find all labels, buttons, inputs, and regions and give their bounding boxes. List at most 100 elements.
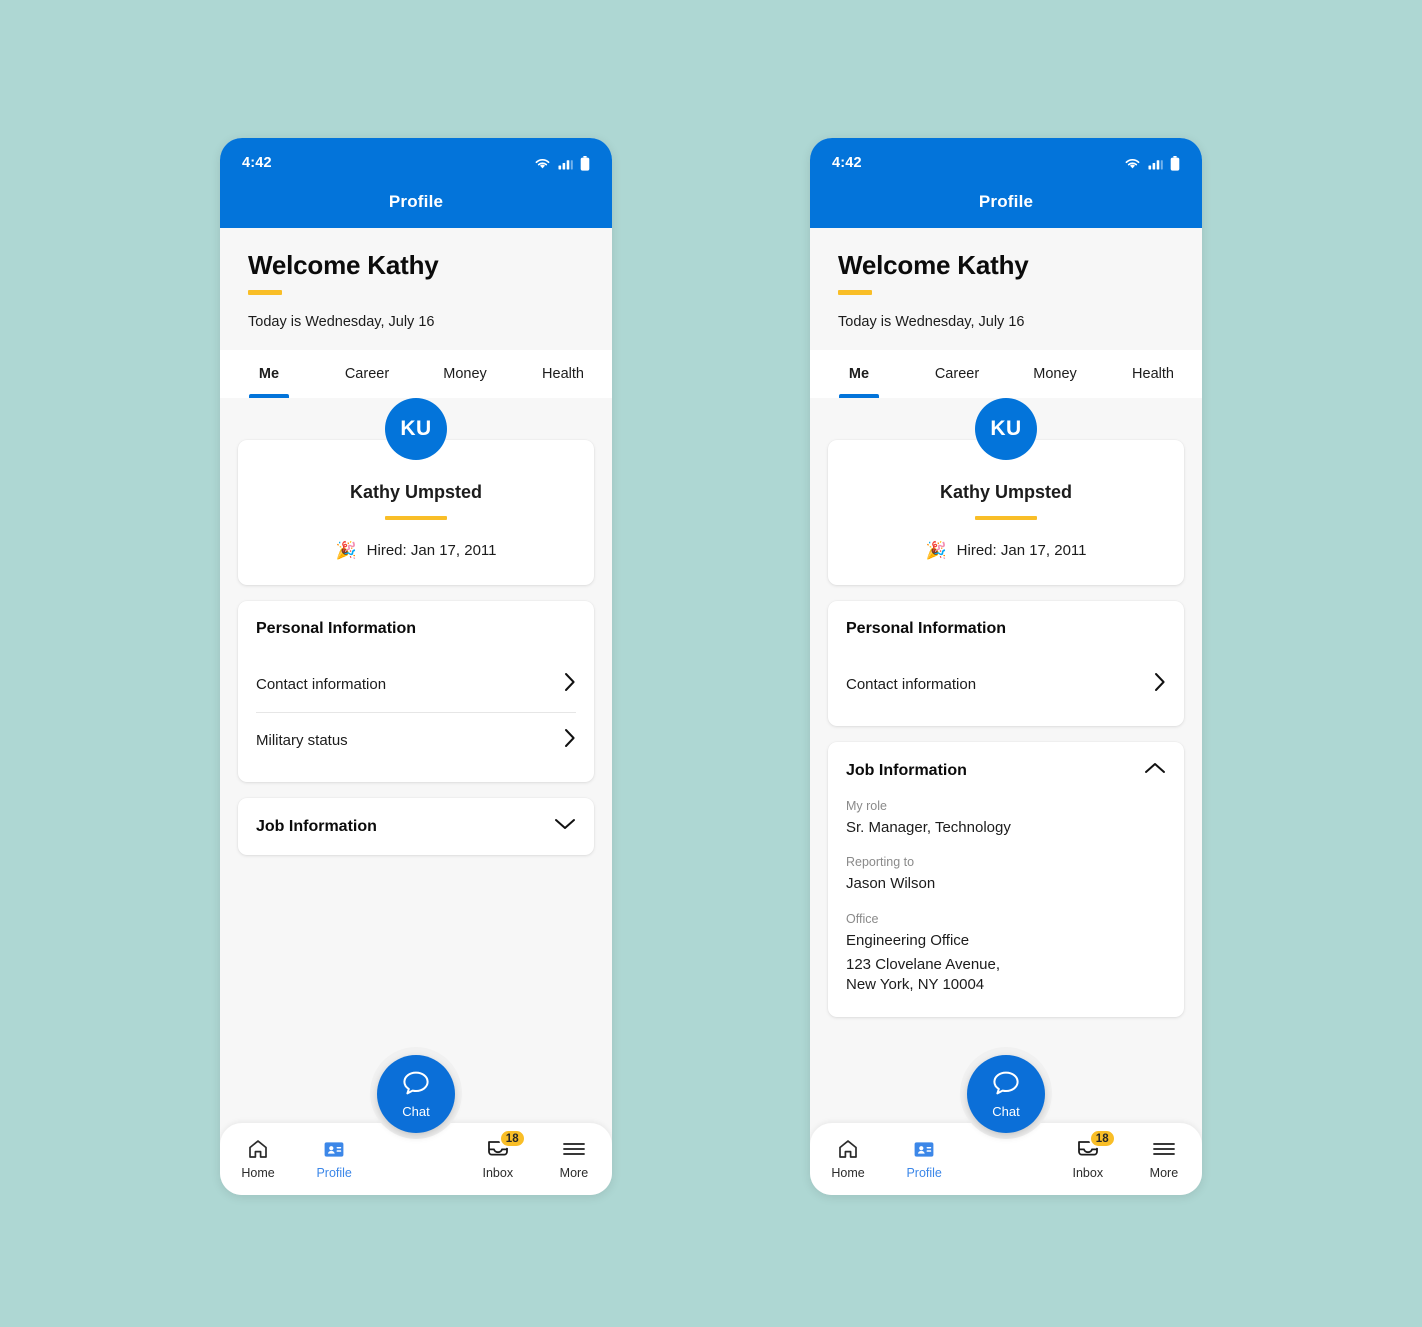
nav-item-profile[interactable]: Profile bbox=[886, 1138, 962, 1180]
chat-fab-button[interactable]: Chat bbox=[377, 1055, 455, 1133]
nav-item-home[interactable]: Home bbox=[810, 1138, 886, 1180]
nav-item-more[interactable]: More bbox=[536, 1138, 612, 1180]
tab-health[interactable]: Health bbox=[514, 350, 612, 398]
field-label: My role bbox=[846, 799, 887, 813]
hamburger-menu-icon bbox=[562, 1138, 586, 1160]
hamburger-menu-icon bbox=[1152, 1138, 1176, 1160]
status-bar: 4:42 bbox=[220, 150, 612, 176]
nav-label: Home bbox=[831, 1166, 865, 1180]
tab-label: Career bbox=[934, 366, 980, 382]
tab-label: Money bbox=[1033, 366, 1077, 382]
status-bar-time: 4:42 bbox=[242, 155, 272, 171]
tab-label: Me bbox=[258, 366, 280, 382]
chat-fab-button[interactable]: Chat bbox=[967, 1055, 1045, 1133]
tab-bar: Me Career Money Health bbox=[810, 350, 1202, 398]
card-bottom-spacer bbox=[238, 768, 594, 782]
name-accent-bar bbox=[385, 516, 447, 520]
chevron-right-icon bbox=[564, 672, 576, 697]
personal-information-rows: Contact information bbox=[828, 657, 1184, 712]
content-area: KU Kathy Umpsted 🎉 Hired: Jan 17, 2011 P… bbox=[810, 398, 1202, 1195]
top-bar: 4:42 Profile bbox=[220, 138, 612, 228]
page-title: Profile bbox=[978, 192, 1034, 211]
chat-bubble-icon bbox=[402, 1070, 430, 1101]
nav-item-profile[interactable]: Profile bbox=[296, 1138, 372, 1180]
tab-career[interactable]: Career bbox=[318, 350, 416, 398]
row-contact-information[interactable]: Contact information bbox=[256, 657, 576, 712]
cellular-signal-icon bbox=[1148, 157, 1163, 170]
field-office: Office Engineering Office 123 Clovelane … bbox=[846, 912, 1166, 996]
tab-career[interactable]: Career bbox=[908, 350, 1006, 398]
field-address-line-1: 123 Clovelane Avenue, bbox=[846, 955, 1001, 973]
profile-card: Kathy Umpsted 🎉 Hired: Jan 17, 2011 bbox=[828, 440, 1184, 585]
phone-mockup-left: 4:42 Profile Welcome Kathy Today is Wedn… bbox=[220, 138, 612, 1195]
welcome-subtitle: Today is Wednesday, July 16 bbox=[248, 314, 435, 330]
battery-icon bbox=[1170, 155, 1180, 171]
personal-information-card: Personal Information Contact information bbox=[828, 601, 1184, 726]
wifi-icon bbox=[1124, 157, 1141, 170]
profile-card-wrapper: KU Kathy Umpsted 🎉 Hired: Jan 17, 2011 bbox=[238, 398, 594, 585]
tab-label: Me bbox=[848, 366, 870, 382]
tab-money[interactable]: Money bbox=[416, 350, 514, 398]
field-value: Sr. Manager, Technology bbox=[846, 819, 1011, 836]
nav-item-inbox[interactable]: 18 Inbox bbox=[460, 1129, 536, 1180]
cellular-signal-icon bbox=[558, 157, 573, 170]
tab-me[interactable]: Me bbox=[220, 350, 318, 398]
chevron-right-icon bbox=[564, 728, 576, 753]
field-my-role: My role Sr. Manager, Technology bbox=[846, 799, 1166, 838]
chat-bubble-icon bbox=[992, 1070, 1020, 1101]
chevron-down-icon[interactable] bbox=[554, 817, 576, 836]
hired-date-text: Hired: Jan 17, 2011 bbox=[956, 542, 1087, 559]
page-title: Profile bbox=[388, 192, 444, 211]
nav-item-home[interactable]: Home bbox=[220, 1138, 296, 1180]
nav-label: Inbox bbox=[482, 1166, 514, 1180]
hired-date-row: 🎉 Hired: Jan 17, 2011 bbox=[848, 542, 1164, 559]
welcome-subtitle: Today is Wednesday, July 16 bbox=[838, 314, 1025, 330]
job-information-header[interactable]: Job Information bbox=[828, 742, 1184, 799]
job-information-fields: My role Sr. Manager, Technology Reportin… bbox=[828, 799, 1184, 1017]
profile-card: Kathy Umpsted 🎉 Hired: Jan 17, 2011 bbox=[238, 440, 594, 585]
row-label: Contact information bbox=[256, 676, 387, 693]
status-bar: 4:42 bbox=[810, 150, 1202, 176]
avatar: KU bbox=[385, 398, 447, 460]
job-information-card-collapsed[interactable]: Job Information bbox=[238, 798, 594, 855]
chevron-up-icon[interactable] bbox=[1144, 761, 1166, 780]
nav-item-more[interactable]: More bbox=[1126, 1138, 1202, 1180]
field-label: Office bbox=[846, 911, 879, 926]
tab-label: Health bbox=[542, 366, 584, 382]
nav-label: More bbox=[559, 1166, 589, 1180]
battery-icon bbox=[580, 155, 590, 171]
row-label: Contact information bbox=[846, 676, 977, 693]
profile-name: Kathy Umpsted bbox=[939, 482, 1073, 502]
nav-item-inbox[interactable]: 18 Inbox bbox=[1050, 1129, 1126, 1180]
job-information-header[interactable]: Job Information bbox=[238, 798, 594, 855]
personal-information-title: Personal Information bbox=[846, 620, 1007, 637]
nav-label: Inbox bbox=[1072, 1166, 1104, 1180]
phone-mockup-right: 4:42 Profile Welcome Kathy Today is Wedn… bbox=[810, 138, 1202, 1195]
field-label: Reporting to bbox=[846, 855, 915, 870]
tab-label: Career bbox=[344, 366, 390, 382]
screenshot-canvas: 4:42 Profile Welcome Kathy Today is Wedn… bbox=[0, 0, 1422, 1327]
field-value: Jason Wilson bbox=[846, 875, 936, 893]
chat-fab-label: Chat bbox=[992, 1103, 1020, 1119]
chat-fab-label: Chat bbox=[402, 1103, 430, 1119]
tab-label: Money bbox=[443, 366, 487, 382]
title-accent-bar bbox=[248, 290, 282, 295]
tab-health[interactable]: Health bbox=[1104, 350, 1202, 398]
app-bar: Profile bbox=[810, 176, 1202, 228]
status-bar-icons bbox=[1124, 155, 1180, 171]
nav-label: More bbox=[1149, 1166, 1179, 1180]
inbox-tray-icon: 18 bbox=[1076, 1129, 1116, 1160]
tab-me[interactable]: Me bbox=[810, 350, 908, 398]
job-information-title: Job Information bbox=[846, 761, 967, 779]
row-contact-information[interactable]: Contact information bbox=[846, 657, 1166, 712]
home-icon bbox=[837, 1138, 859, 1160]
row-military-status[interactable]: Military status bbox=[256, 712, 576, 768]
nav-label: Home bbox=[241, 1166, 275, 1180]
tab-money[interactable]: Money bbox=[1006, 350, 1104, 398]
welcome-title: Welcome Kathy bbox=[248, 250, 439, 280]
field-address-line-2: New York, NY 10004 bbox=[846, 976, 985, 993]
personal-information-rows: Contact information Military status bbox=[238, 657, 594, 768]
inbox-badge-count: 18 bbox=[1088, 1129, 1116, 1148]
content-area: KU Kathy Umpsted 🎉 Hired: Jan 17, 2011 P… bbox=[220, 398, 612, 1195]
id-card-icon bbox=[913, 1138, 935, 1160]
